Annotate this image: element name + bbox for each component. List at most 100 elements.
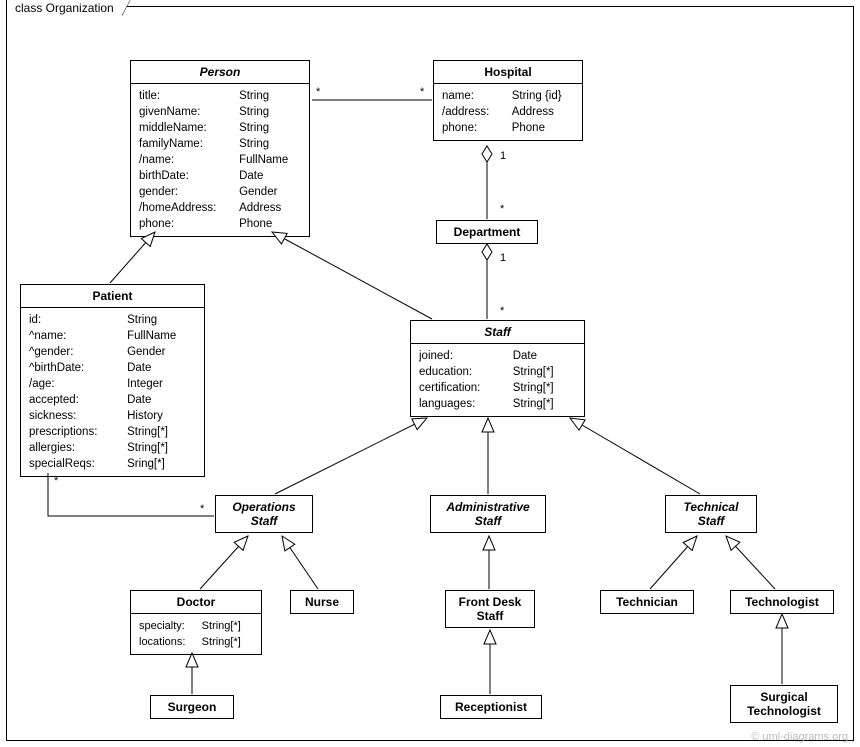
attr-type: String[*] bbox=[513, 380, 576, 396]
class-title: Person bbox=[131, 61, 309, 84]
attr-name: ^birthDate: bbox=[29, 360, 117, 376]
attr-type: String[*] bbox=[513, 396, 576, 412]
attr-name: birthDate: bbox=[139, 168, 229, 184]
attr-type: Date bbox=[513, 348, 576, 364]
class-title: Patient bbox=[21, 285, 204, 308]
class-title: Technologist bbox=[731, 591, 833, 613]
attr-type: FullName bbox=[127, 328, 196, 344]
attr-type: String bbox=[239, 120, 301, 136]
attr-name: middleName: bbox=[139, 120, 229, 136]
attr-name: /address: bbox=[442, 104, 502, 120]
class-doctor: Doctor specialty:String[*]locations:Stri… bbox=[130, 590, 262, 655]
attr-name: specialReqs: bbox=[29, 456, 117, 472]
attr-name: /name: bbox=[139, 152, 229, 168]
class-surgical-technologist: Surgical Technologist bbox=[730, 685, 838, 723]
attr-name: allergies: bbox=[29, 440, 117, 456]
attr-type: Address bbox=[512, 104, 574, 120]
class-title: Front Desk Staff bbox=[446, 591, 534, 627]
class-administrative-staff: Administrative Staff bbox=[430, 495, 546, 533]
class-attrs: joined: Date education: String[*] certificat… bbox=[411, 344, 584, 416]
attr-name: /homeAddress: bbox=[139, 200, 229, 216]
attr-name: prescriptions: bbox=[29, 424, 117, 440]
attr-type: String bbox=[239, 136, 301, 152]
class-attrs: id:String^name:FullName^gender:Gender^bi… bbox=[21, 308, 204, 476]
class-staff: Staff joined: Date education: String[*] cert… bbox=[410, 320, 585, 417]
class-technical-staff: Technical Staff bbox=[665, 495, 757, 533]
class-receptionist: Receptionist bbox=[440, 695, 542, 719]
class-patient: Patient id:String^name:FullName^gender:G… bbox=[20, 284, 205, 477]
multiplicity: * bbox=[54, 475, 58, 487]
attr-name: education: bbox=[419, 364, 503, 380]
class-title: Nurse bbox=[291, 591, 353, 613]
attr-name: joined: bbox=[419, 348, 503, 364]
class-person: Person title: String givenName: String middl… bbox=[130, 60, 310, 237]
class-title: Hospital bbox=[434, 61, 582, 84]
class-title: Receptionist bbox=[441, 696, 541, 718]
attr-name: phone: bbox=[442, 120, 502, 136]
attr-name: specialty: bbox=[139, 618, 198, 634]
class-attrs: specialty:String[*]locations:String[*] bbox=[131, 614, 261, 654]
attr-name: gender: bbox=[139, 184, 229, 200]
attr-name: title: bbox=[139, 88, 229, 104]
frame-title: class Organization bbox=[6, 0, 123, 15]
attr-type: String {id} bbox=[512, 88, 574, 104]
multiplicity: * bbox=[500, 305, 504, 317]
attr-name: givenName: bbox=[139, 104, 229, 120]
class-title: Technician bbox=[601, 591, 693, 613]
attr-type: History bbox=[127, 408, 196, 424]
class-title: Staff bbox=[411, 321, 584, 344]
attr-type: String[*] bbox=[513, 364, 576, 380]
attr-type: String bbox=[239, 104, 301, 120]
attr-name: /age: bbox=[29, 376, 117, 392]
attr-type: Date bbox=[127, 360, 196, 376]
class-title: Surgeon bbox=[151, 696, 233, 718]
class-title: Surgical Technologist bbox=[731, 686, 837, 722]
class-title: Department bbox=[437, 221, 537, 243]
attr-name: familyName: bbox=[139, 136, 229, 152]
attr-name: languages: bbox=[419, 396, 503, 412]
multiplicity: * bbox=[316, 86, 320, 98]
multiplicity: * bbox=[500, 203, 504, 215]
class-title: Doctor bbox=[131, 591, 261, 614]
attr-type: Address bbox=[239, 200, 301, 216]
attr-name: ^name: bbox=[29, 328, 117, 344]
class-department: Department bbox=[436, 220, 538, 244]
class-technologist: Technologist bbox=[730, 590, 834, 614]
attr-type: Sring[*] bbox=[127, 456, 196, 472]
class-title: Operations Staff bbox=[216, 496, 312, 532]
attr-type: Integer bbox=[127, 376, 196, 392]
attr-type: String bbox=[127, 312, 196, 328]
class-attrs: title: String givenName: String middleName: S… bbox=[131, 84, 309, 236]
attr-type: FullName bbox=[239, 152, 301, 168]
attr-type: String[*] bbox=[127, 424, 196, 440]
attr-type: String[*] bbox=[202, 618, 253, 634]
multiplicity: 1 bbox=[500, 252, 506, 264]
attr-name: sickness: bbox=[29, 408, 117, 424]
class-attrs: name: String {id} /address: Address phone: Ph… bbox=[434, 84, 582, 140]
attr-type: Date bbox=[239, 168, 301, 184]
class-surgeon: Surgeon bbox=[150, 695, 234, 719]
attr-name: certification: bbox=[419, 380, 503, 396]
multiplicity: * bbox=[200, 503, 204, 515]
class-front-desk-staff: Front Desk Staff bbox=[445, 590, 535, 628]
attr-type: Gender bbox=[239, 184, 301, 200]
attr-name: phone: bbox=[139, 216, 229, 232]
attr-type: String[*] bbox=[127, 440, 196, 456]
attr-type: Date bbox=[127, 392, 196, 408]
class-hospital: Hospital name: String {id} /address: Addres… bbox=[433, 60, 583, 141]
attr-type: String bbox=[239, 88, 301, 104]
class-title: Administrative Staff bbox=[431, 496, 545, 532]
attr-type: Phone bbox=[512, 120, 574, 136]
attr-name: locations: bbox=[139, 634, 198, 650]
attr-name: name: bbox=[442, 88, 502, 104]
class-nurse: Nurse bbox=[290, 590, 354, 614]
attr-type: Gender bbox=[127, 344, 196, 360]
attr-name: accepted: bbox=[29, 392, 117, 408]
class-operations-staff: Operations Staff bbox=[215, 495, 313, 533]
multiplicity: * bbox=[420, 86, 424, 98]
attr-name: id: bbox=[29, 312, 117, 328]
class-technician: Technician bbox=[600, 590, 694, 614]
attr-type: String[*] bbox=[202, 634, 253, 650]
attr-type: Phone bbox=[239, 216, 301, 232]
credit: © uml-diagrams.org bbox=[751, 731, 848, 743]
